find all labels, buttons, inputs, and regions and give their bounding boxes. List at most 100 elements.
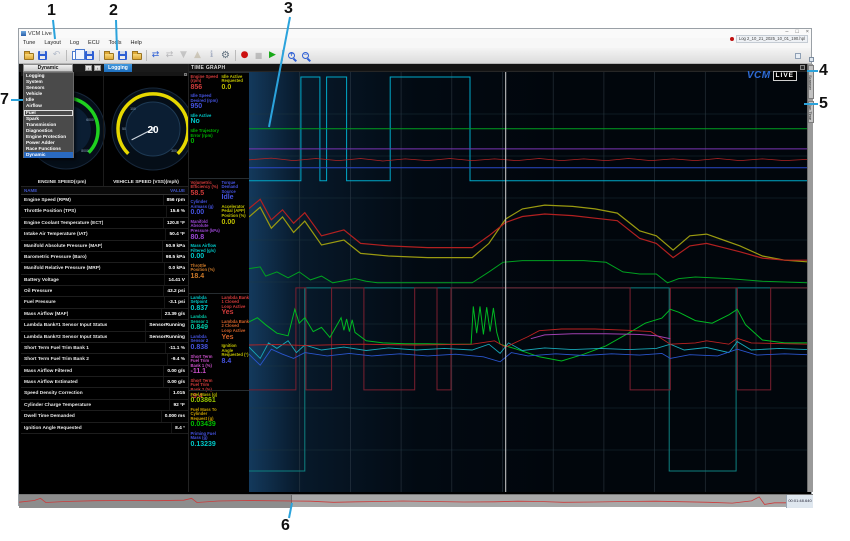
tab-scroll-right-button[interactable]: › [94,65,101,71]
open-log-icon[interactable] [102,49,115,62]
table-row[interactable]: Ignition Angle Requested 8.4 ° [21,423,188,434]
channel-readout[interactable]: Lambda Setpoint0.837 [191,296,221,313]
parameter-value: 8.4 ° [171,423,185,433]
channel-readout[interactable]: Fuel Mass To Cylinder Request (g)0.03439 [191,408,221,430]
tab-scroll-left-button[interactable]: ‹ [85,65,92,71]
channel-readout[interactable]: Torque Demand SourceIdle [222,181,250,203]
table-row[interactable]: Oil Pressure 43.2 psi [21,286,188,297]
menu-item[interactable]: Dynamic [24,152,73,158]
table-row[interactable]: Engine Coolant Temperature (ECT) 120.8 °… [21,218,188,229]
channel-readout[interactable]: Accelerator Pedal (APP) Position (%)0.00 [222,205,250,227]
table-row[interactable]: Throttle Position (TPS) 15.6 % [21,206,188,217]
save-layout-icon[interactable] [83,49,96,62]
channel-readout[interactable]: Ignition Angle Requested (°)8.4 [222,344,250,366]
channel-readout[interactable]: Idle Active Requested0.0 [222,75,250,92]
panel-expand-button[interactable] [809,57,814,62]
table-row[interactable]: Lambda Bank#1 Sensor Input Status Sensor… [21,320,188,331]
channel-readout[interactable]: Engine Speed (rpm)856 [191,75,221,92]
parameter-value: 0.000 ms [161,411,185,421]
play-log-icon[interactable]: ▶ [266,49,279,62]
channel-value: 0 [191,138,221,146]
table-row[interactable]: Short Term Fuel Trim Bank 1 -11.1 % [21,343,188,354]
channel-readout[interactable]: Idle ActiveNo [191,114,221,127]
scanner-channels-tab[interactable]: Scanner Channels [808,65,814,99]
menu-item[interactable]: ECU [88,40,100,46]
menu-item[interactable]: Help [131,40,142,46]
layout-selector-dropdown[interactable]: Dynamic [23,64,73,72]
channel-readout[interactable]: Lambda Sensor 20.838 [191,335,221,352]
zoom-out-icon[interactable]: − [299,49,312,62]
table-row[interactable]: Engine Speed (RPM) 856 rpm [21,195,188,206]
menu-item[interactable]: Log [70,40,79,46]
table-row[interactable]: Mass Airflow Estimated 0.00 g/s [21,377,188,388]
column-header-value[interactable]: VALUE [170,187,185,194]
table-row[interactable]: Lambda Bank#2 Sensor Input Status Sensor… [21,332,188,343]
open-file-icon[interactable] [22,49,35,62]
record-log-icon[interactable]: ● [238,49,251,62]
log-file-name[interactable]: Log 2_10_21_2025_10_01_190.hpl [736,35,808,43]
toolbar-pin-button[interactable] [795,53,801,59]
engine-speed-gauge-title: ENGINE SPEED(rpm) [21,180,103,185]
channel-readout[interactable]: Throttle Position (%)18.4 [191,264,221,281]
channel-label: Torque Demand Source [222,181,250,195]
table-row[interactable]: Battery Voltage 14.41 V [21,275,188,286]
channel-readout[interactable]: Cylinder Airmass (g)0.00 [191,200,221,217]
column-header-name[interactable]: NAME [24,187,37,194]
channel-readout[interactable]: Mass Airflow Filtered (g/s)0.00 [191,244,221,261]
log-position-scrubber[interactable]: 00:01:48.640 [19,494,813,507]
time-graph-plot[interactable] [249,72,807,492]
connect-vcm-icon[interactable]: ⇄ [149,49,162,62]
settings-gear-icon[interactable]: ⚙ [219,49,232,62]
channel-label: Lambda Setpoint [191,296,221,305]
save-log-icon[interactable] [116,49,129,62]
channel-readout[interactable]: Short Term Fuel Trim Bank 1 (%)-11.1 [191,355,221,377]
channel-readout[interactable]: Volumetric Efficiency (%)58.5 [191,181,221,198]
table-row[interactable]: Short Term Fuel Trim Bank 2 -9.4 % [21,354,188,365]
channel-readout[interactable]: Lambda Bank 1 Closed Loop ActiveYes [222,296,250,318]
menu-item[interactable]: Tune [23,40,35,46]
channel-value: 0.0 [222,84,250,92]
open-recent-log-icon[interactable] [130,49,143,62]
channel-value: Yes [222,309,250,317]
table-row[interactable]: Mass Airflow Filtered 0.00 g/s [21,366,188,377]
table-row[interactable]: Mass Airflow (MAF) 23.39 g/s [21,309,188,320]
channel-readout[interactable]: Idle Speed Desired (rpm)950 [191,94,221,111]
vcm-live-logo: VCM LIVE [747,70,797,81]
channel-readout[interactable]: Lambda Bank 2 Closed Loop ActiveYes [222,320,250,342]
channel-readout[interactable]: Idle Trajectory Error (rpm)0 [191,129,221,146]
table-row[interactable]: Barometric Pressure (Baro) 98.5 kPa [21,252,188,263]
zoom-in-icon[interactable]: + [285,49,298,62]
table-row[interactable]: Cylinder Charge Temperature 92 °F [21,400,188,411]
channel-readout[interactable]: Lambda Sensor 10.849 [191,315,221,332]
table-row[interactable]: Intake Air Temperature (IAT) 50.4 °F [21,229,188,240]
toolbar: ↶ ⇄ ⇄ ▼ ▲ ℹ ⚙ ● ■ ▶ + − [19,48,811,64]
copy-layout-icon[interactable] [69,49,82,62]
parameter-name: Mass Airflow Filtered [24,366,72,376]
vehicle-info-icon[interactable]: ℹ [205,49,218,62]
write-vehicle-icon[interactable]: ▲ [191,49,204,62]
channel-readout[interactable]: Priming Fuel Mass (g)0.13239 [191,432,221,449]
panel-options-icon[interactable] [800,65,805,70]
channel-readout[interactable]: Fuel Mass (g)0.03861 [191,393,221,406]
channel-value: No [191,118,221,126]
vcm-logo-text: VCM [747,70,771,81]
table-row[interactable]: Fuel Pressure -3.1 psi [21,297,188,308]
read-vehicle-icon[interactable]: ▼ [177,49,190,62]
table-row[interactable]: Speed Density Correction 1.015 [21,388,188,399]
gauge-tick-label: 100 [130,107,136,111]
menu-item[interactable]: Tools [109,40,122,46]
tab-logging[interactable]: Logging [104,64,132,72]
table-row[interactable]: Manifold Relative Pressure (MRP) 0.0 kPa [21,263,188,274]
channel-readout[interactable]: Manifold Absolute Pressure (kPa)80.8 [191,220,221,242]
save-file-icon[interactable] [36,49,49,62]
stop-log-icon[interactable]: ■ [252,49,265,62]
table-row[interactable]: Dwell Time Demanded 0.000 ms [21,411,188,422]
disconnect-vcm-icon[interactable]: ⇄ [163,49,176,62]
panel-menu-icon[interactable] [184,73,187,76]
table-row[interactable]: Manifold Absolute Pressure (MAP) 50.9 kP… [21,241,188,252]
time-graph-panel: TIME GRAPH Engine Speed (rpm)856Idle Spe… [188,64,807,492]
menu-item[interactable]: Layout [44,40,61,46]
run-time-tab[interactable]: Run Time [808,101,814,123]
parameter-name: Speed Density Correction [24,388,83,398]
undo-icon[interactable]: ↶ [50,49,63,62]
